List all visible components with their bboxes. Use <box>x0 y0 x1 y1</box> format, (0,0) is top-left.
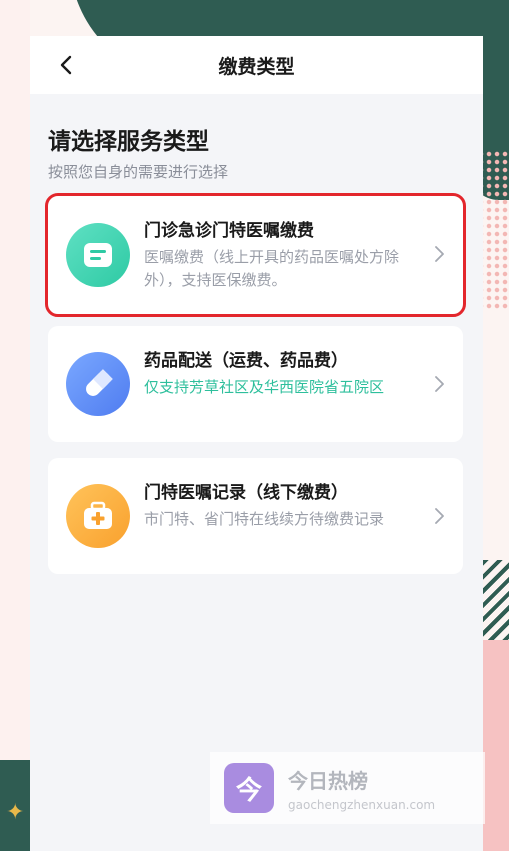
service-card-drug-delivery[interactable]: 药品配送（运费、药品费） 仅支持芳草社区及华西医院省五院区 <box>48 326 463 442</box>
card-description: 医嘱缴费（线上开具的药品医嘱处方除外），支持医保缴费。 <box>144 248 400 289</box>
phone-screen: 缴费类型 请选择服务类型 按照您自身的需要进行选择 门诊急诊门特医嘱缴费 医嘱缴… <box>30 36 483 851</box>
watermark-logo: 今 <box>224 763 274 813</box>
watermark-url: gaochengzhenxuan.com <box>288 797 436 812</box>
chevron-right-icon <box>435 246 444 262</box>
card-title: 门诊急诊门特医嘱缴费 <box>144 221 314 241</box>
medical-kit-icon <box>66 484 130 548</box>
prescription-icon <box>66 223 130 287</box>
page-title: 缴费类型 <box>218 55 295 78</box>
card-description: 市门特、省门特在线续方待缴费记录 <box>144 510 385 528</box>
watermark-text: 今日热榜 gaochengzhenxuan.com <box>288 765 435 812</box>
card-title: 药品配送（运费、药品费） <box>144 351 348 371</box>
navbar: 缴费类型 <box>30 36 483 94</box>
back-button[interactable] <box>52 51 80 79</box>
chevron-right-icon <box>435 508 444 524</box>
background-left <box>0 0 30 851</box>
watermark: 今 今日热榜 gaochengzhenxuan.com <box>210 752 485 824</box>
card-description: 仅支持芳草社区及华西医院省五院区 <box>144 378 385 396</box>
chevron-left-icon <box>60 55 72 75</box>
watermark-title: 今日热榜 <box>288 768 368 793</box>
section-subheading: 按照您自身的需要进行选择 <box>48 163 229 181</box>
service-card-outpatient-payment[interactable]: 门诊急诊门特医嘱缴费 医嘱缴费（线上开具的药品医嘱处方除外），支持医保缴费。 <box>45 193 466 317</box>
service-card-special-records[interactable]: 门特医嘱记录（线下缴费） 市门特、省门特在线续方待缴费记录 <box>48 458 463 574</box>
chevron-right-icon <box>435 376 444 392</box>
sparkle-icon: ✦ <box>6 800 25 825</box>
card-title: 门特医嘱记录（线下缴费） <box>144 483 348 503</box>
pill-icon <box>66 352 130 416</box>
section-heading: 请选择服务类型 <box>48 129 209 155</box>
